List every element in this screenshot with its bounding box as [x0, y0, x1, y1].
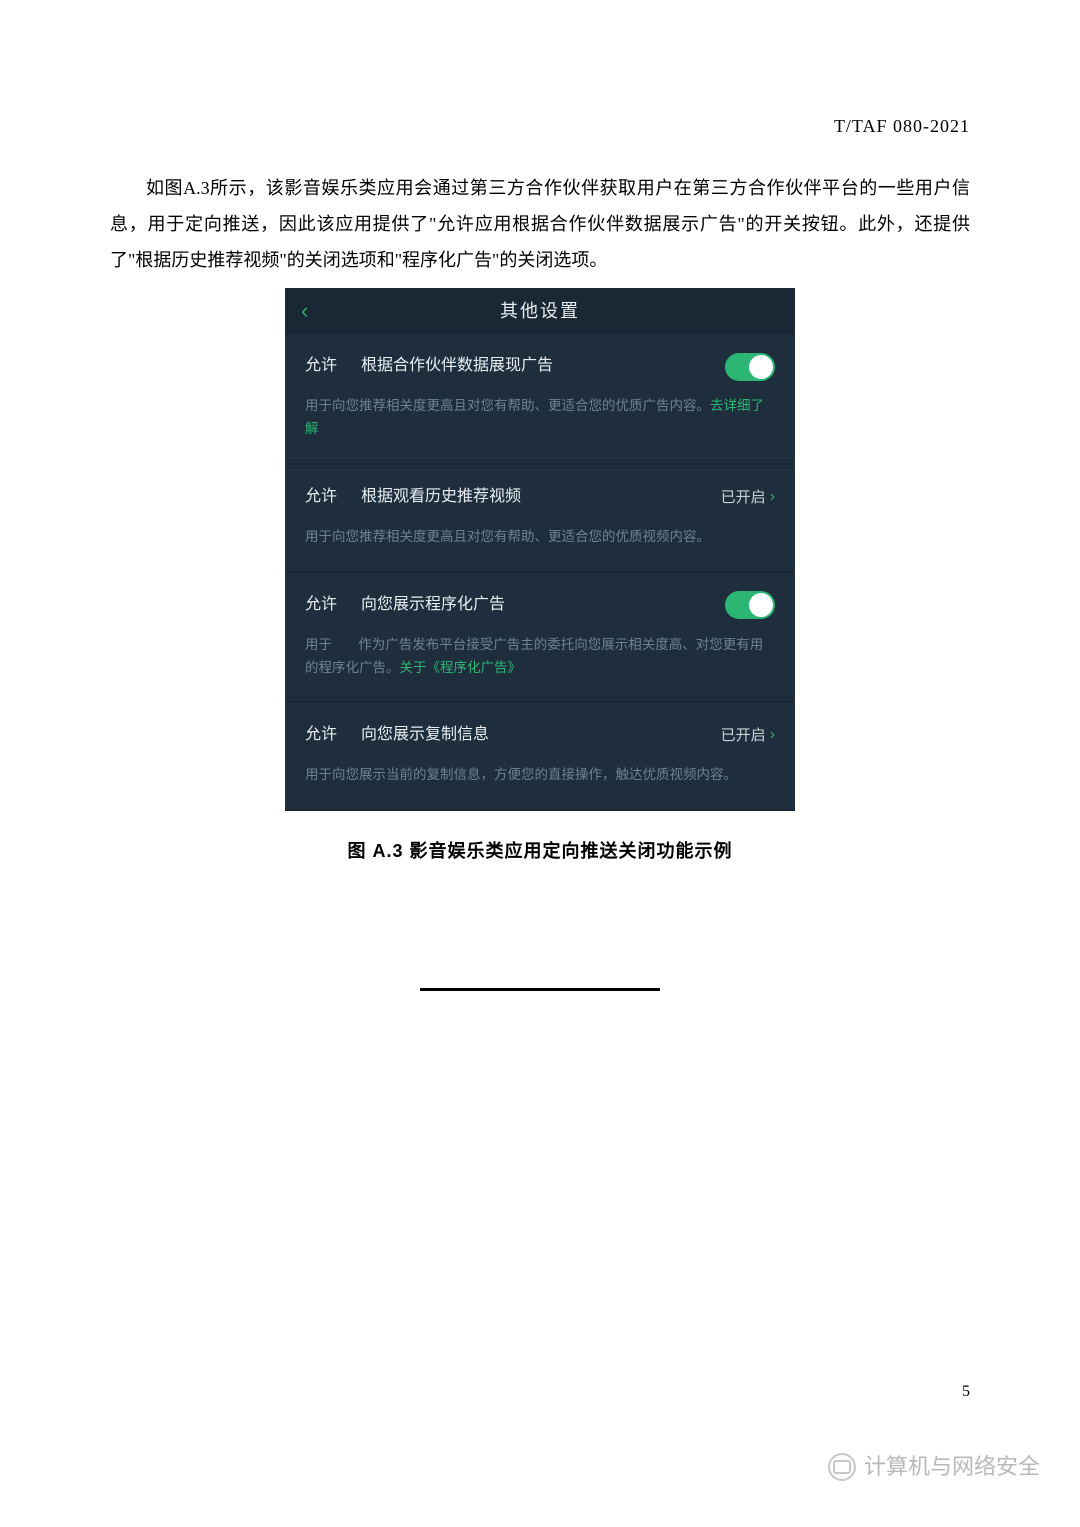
phone-header: ‹ 其他设置 [285, 288, 795, 334]
setting-description: 用于向您展示当前的复制信息，方便您的直接操作，触达优质视频内容。 [305, 764, 775, 787]
desc-link[interactable]: 关于《程序化广告》 [400, 660, 522, 675]
phone-header-title: 其他设置 [500, 295, 580, 327]
back-icon[interactable]: ‹ [301, 300, 310, 322]
chevron-right-icon: › [770, 721, 775, 750]
toggle-switch[interactable] [725, 353, 775, 381]
status-label: 已开启 [721, 722, 766, 749]
status-label: 已开启 [721, 484, 766, 511]
setting-item: 允许 向您展示复制信息 已开启 › 用于向您展示当前的复制信息，方便您的直接操作… [285, 703, 795, 809]
wechat-icon [828, 1453, 856, 1481]
setting-item: 允许 根据合作伙伴数据展现广告 用于向您推荐相关度更高且对您有帮助、更适合您的优… [285, 334, 795, 463]
screenshot-figure: ‹ 其他设置 允许 根据合作伙伴数据展现广告 用于向您推荐相关度更高且对您有帮助… [110, 288, 970, 811]
figure-caption: 图 A.3 影音娱乐类应用定向推送关闭功能示例 [110, 835, 970, 867]
setting-title: 向您展示复制信息 [361, 721, 489, 750]
setting-row[interactable]: 允许 向您展示复制信息 已开启 › [305, 721, 775, 750]
toggle-knob [749, 593, 773, 617]
status-text: 已开启 › [721, 721, 775, 750]
setting-description: 用于向您推荐相关度更高且对您有帮助、更适合您的优质视频内容。 [305, 526, 775, 549]
toggle-switch[interactable] [725, 591, 775, 619]
desc-text: 用于向您推荐相关度更高且对您有帮助、更适合您的优质视频内容。 [305, 529, 710, 544]
setting-item: 允许 根据观看历史推荐视频 已开启 › 用于向您推荐相关度更高且对您有帮助、更适… [285, 465, 795, 571]
watermark-text: 计算机与网络安全 [864, 1447, 1040, 1487]
desc-prefix: 用于 [305, 637, 332, 652]
setting-row: 允许 根据合作伙伴数据展现广告 [305, 352, 775, 381]
setting-row[interactable]: 允许 根据观看历史推荐视频 已开启 › [305, 483, 775, 512]
setting-description: 用于 作为广告发布平台接受广告主的委托向您展示相关度高、对您更有用的程序化广告。… [305, 634, 775, 680]
page-number: 5 [962, 1378, 970, 1407]
setting-title: 根据合作伙伴数据展现广告 [361, 352, 553, 381]
phone-ui: ‹ 其他设置 允许 根据合作伙伴数据展现广告 用于向您推荐相关度更高且对您有帮助… [285, 288, 795, 811]
watermark: 计算机与网络安全 [828, 1447, 1040, 1487]
setting-title: 根据观看历史推荐视频 [361, 483, 521, 512]
allow-label: 允许 [305, 483, 337, 512]
allow-label: 允许 [305, 721, 337, 750]
setting-title: 向您展示程序化广告 [361, 591, 505, 620]
setting-item: 允许 向您展示程序化广告 用于 作为广告发布平台接受广告主的委托向您展示相关度高… [285, 573, 795, 702]
document-code: T/TAF 080-2021 [110, 110, 970, 142]
allow-label: 允许 [305, 352, 337, 381]
section-divider [420, 988, 660, 991]
allow-label: 允许 [305, 591, 337, 620]
setting-row: 允许 向您展示程序化广告 [305, 591, 775, 620]
chevron-right-icon: › [770, 483, 775, 512]
toggle-knob [749, 355, 773, 379]
body-paragraph: 如图A.3所示，该影音娱乐类应用会通过第三方合作伙伴获取用户在第三方合作伙伴平台… [110, 170, 970, 278]
desc-text: 作为广告发布平台接受广告主的委托向您展示相关度高、对您更有用的程序化广告。 [305, 637, 763, 675]
setting-description: 用于向您推荐相关度更高且对您有帮助、更适合您的优质广告内容。去详细了解 [305, 395, 775, 441]
status-text: 已开启 › [721, 483, 775, 512]
desc-text: 用于向您展示当前的复制信息，方便您的直接操作，触达优质视频内容。 [305, 767, 737, 782]
desc-text: 用于向您推荐相关度更高且对您有帮助、更适合您的优质广告内容。 [305, 398, 710, 413]
